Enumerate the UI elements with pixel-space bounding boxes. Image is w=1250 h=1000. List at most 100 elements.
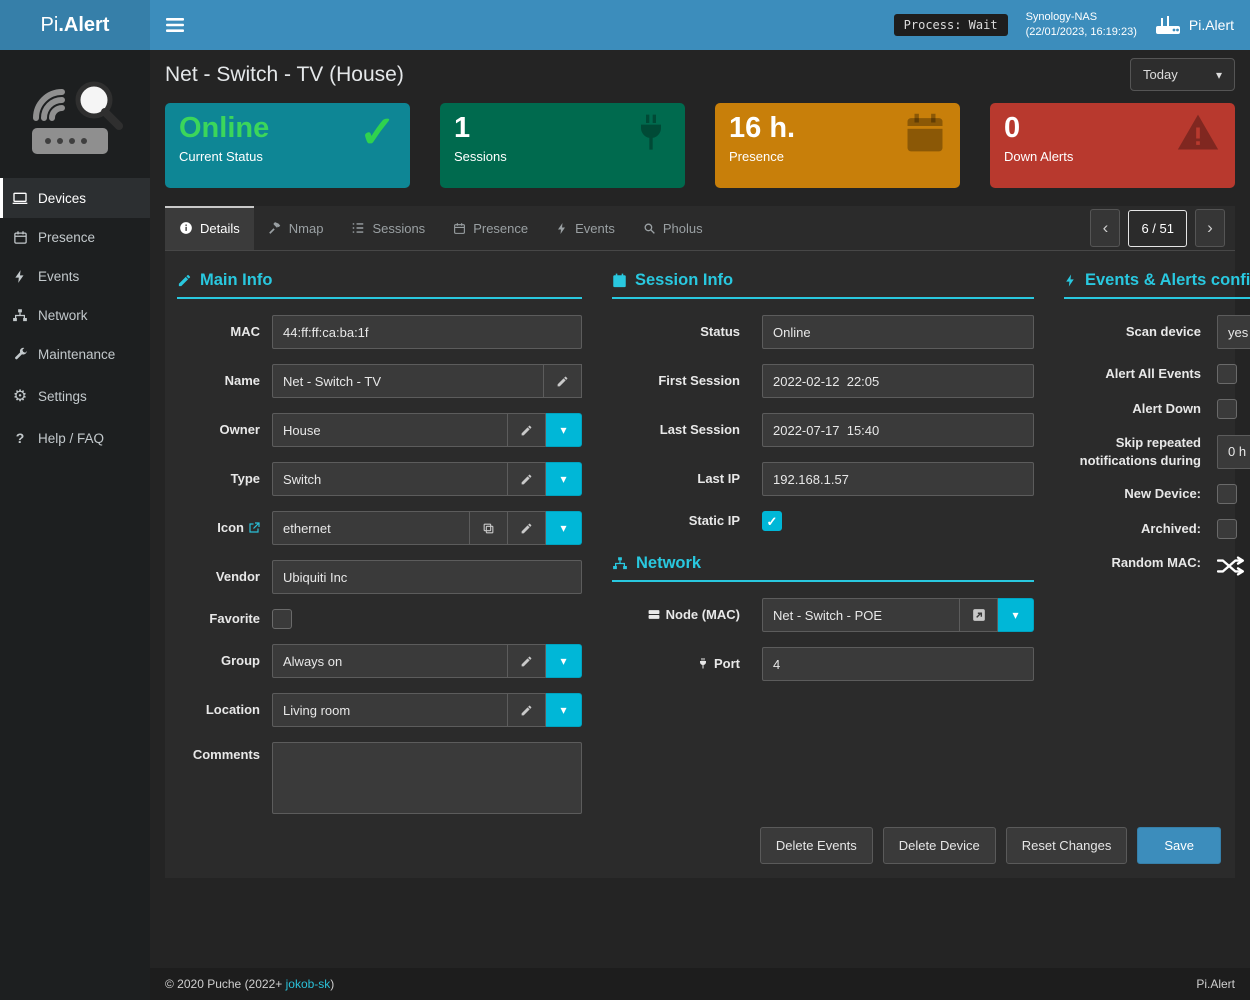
next-device-button[interactable]: › <box>1195 209 1225 247</box>
reset-changes-button[interactable]: Reset Changes <box>1006 827 1128 864</box>
sidebar-item-events[interactable]: Events <box>0 257 150 296</box>
tab-sessions[interactable]: Sessions <box>337 206 439 250</box>
hamburger-icon <box>166 18 184 32</box>
new-device-checkbox[interactable]: ✓ <box>1217 484 1237 504</box>
alert-all-events-row: Alert All Events ✓ <box>1064 364 1250 384</box>
archived-checkbox[interactable]: ✓ <box>1217 519 1237 539</box>
location-dropdown-button[interactable]: ▾ <box>546 693 582 727</box>
node-row: Node (MAC) ▾ <box>612 598 1034 632</box>
scan-device-label: Scan device <box>1064 323 1217 341</box>
edit-owner-button[interactable] <box>508 413 546 447</box>
type-input[interactable] <box>272 462 508 496</box>
first-session-input[interactable] <box>762 364 1034 398</box>
save-button[interactable]: Save <box>1137 827 1221 864</box>
device-pagination: 6 / 51 <box>1128 210 1187 247</box>
favorite-row: Favorite ✓ <box>177 609 582 629</box>
app-badge[interactable]: Pi.Alert <box>1155 15 1234 35</box>
edit-group-button[interactable] <box>508 644 546 678</box>
chevron-down-icon: ▾ <box>1012 609 1018 621</box>
icon-input[interactable] <box>272 511 470 545</box>
period-selector[interactable]: Today ▾ <box>1130 58 1235 91</box>
sidebar-item-settings[interactable]: ⚙ Settings <box>0 374 150 418</box>
alert-all-events-checkbox[interactable]: ✓ <box>1217 364 1237 384</box>
edit-type-button[interactable] <box>508 462 546 496</box>
delete-events-button[interactable]: Delete Events <box>760 827 873 864</box>
tab-details[interactable]: Details <box>165 206 254 250</box>
external-link-icon[interactable] <box>248 522 260 534</box>
sitemap-icon <box>612 556 628 571</box>
copy-icon-button[interactable] <box>470 511 508 545</box>
device-detail-panel: Details Nmap Sessions Presence <box>165 206 1235 878</box>
port-input[interactable] <box>762 647 1034 681</box>
list-icon <box>351 221 365 235</box>
tab-presence[interactable]: Presence <box>439 206 542 250</box>
edit-location-button[interactable] <box>508 693 546 727</box>
sidebar-item-help[interactable]: ? Help / FAQ <box>0 418 150 458</box>
group-input[interactable] <box>272 644 508 678</box>
last-session-input[interactable] <box>762 413 1034 447</box>
skip-notifications-row: Skip repeated notifications during ▾ <box>1064 434 1250 469</box>
alert-down-label: Alert Down <box>1064 400 1217 418</box>
sidebar-item-maintenance[interactable]: Maintenance <box>0 335 150 374</box>
jokob-sk-link[interactable]: jokob-sk <box>286 977 331 991</box>
scan-device-row: Scan device ▾ <box>1064 315 1250 349</box>
tab-pholus[interactable]: Pholus <box>629 206 717 250</box>
icon-dropdown-button[interactable]: ▾ <box>546 511 582 545</box>
node-dropdown-button[interactable]: ▾ <box>998 598 1034 632</box>
host-name: Synology-NAS <box>1026 10 1137 25</box>
sessions-card[interactable]: 1 Sessions <box>440 103 685 188</box>
type-dropdown-button[interactable]: ▾ <box>546 462 582 496</box>
chevron-down-icon: ▾ <box>560 473 566 485</box>
laptop-icon <box>11 190 29 206</box>
random-mac-row: Random MAC: i <box>1064 554 1250 578</box>
type-row: Type ▾ <box>177 462 582 496</box>
group-dropdown-button[interactable]: ▾ <box>546 644 582 678</box>
goto-node-button[interactable] <box>960 598 998 632</box>
page-header: Net - Switch - TV (House) Today ▾ <box>165 58 1235 91</box>
skip-notifications-input[interactable] <box>1217 435 1250 469</box>
status-row: Status <box>612 315 1034 349</box>
footer-app-name: Pi.Alert <box>1196 977 1235 991</box>
scan-device-input[interactable] <box>1217 315 1250 349</box>
static-ip-checkbox[interactable]: ✓ <box>762 511 782 531</box>
sidebar-menu: Devices Presence Events Network Maintena… <box>0 178 150 458</box>
chevron-down-icon: ▾ <box>560 424 566 436</box>
down-alerts-card[interactable]: 0 Down Alerts <box>990 103 1235 188</box>
random-mac-label: Random MAC: <box>1064 554 1217 572</box>
prev-device-button[interactable]: ‹ <box>1090 209 1120 247</box>
edit-name-button[interactable] <box>544 364 582 398</box>
sidebar-item-label: Devices <box>38 191 86 206</box>
comments-textarea[interactable] <box>272 742 582 814</box>
sidebar-item-devices[interactable]: Devices <box>0 178 150 218</box>
edit-icon-button[interactable] <box>508 511 546 545</box>
presence-card[interactable]: 16 h. Presence <box>715 103 960 188</box>
current-status-card[interactable]: Online Current Status ✓ <box>165 103 410 188</box>
owner-dropdown-button[interactable]: ▾ <box>546 413 582 447</box>
sidebar-item-label: Help / FAQ <box>38 431 104 446</box>
owner-input[interactable] <box>272 413 508 447</box>
name-input[interactable] <box>272 364 544 398</box>
node-input[interactable] <box>762 598 960 632</box>
tab-nmap[interactable]: Nmap <box>254 206 338 250</box>
info-circle-icon <box>179 221 193 235</box>
bolt-icon <box>11 269 29 284</box>
vendor-input[interactable] <box>272 560 582 594</box>
tab-events[interactable]: Events <box>542 206 629 250</box>
last-ip-input[interactable] <box>762 462 1034 496</box>
sidebar-item-network[interactable]: Network <box>0 296 150 335</box>
brand-logo[interactable]: Pi.Alert <box>0 0 150 50</box>
location-input[interactable] <box>272 693 508 727</box>
sidebar: Devices Presence Events Network Maintena… <box>0 50 150 1000</box>
sidebar-toggle-button[interactable] <box>166 18 184 32</box>
sidebar-item-presence[interactable]: Presence <box>0 218 150 257</box>
copyright-text: © 2020 Puche (2022+ jokob-sk) <box>165 977 334 991</box>
favorite-checkbox[interactable]: ✓ <box>272 609 292 629</box>
alert-down-checkbox[interactable]: ✓ <box>1217 399 1237 419</box>
icon-label: Icon <box>177 519 272 537</box>
mac-input[interactable] <box>272 315 582 349</box>
page-title: Net - Switch - TV (House) <box>165 63 404 87</box>
status-input[interactable] <box>762 315 1034 349</box>
delete-device-button[interactable]: Delete Device <box>883 827 996 864</box>
wrench-icon <box>11 347 29 362</box>
first-session-row: First Session <box>612 364 1034 398</box>
